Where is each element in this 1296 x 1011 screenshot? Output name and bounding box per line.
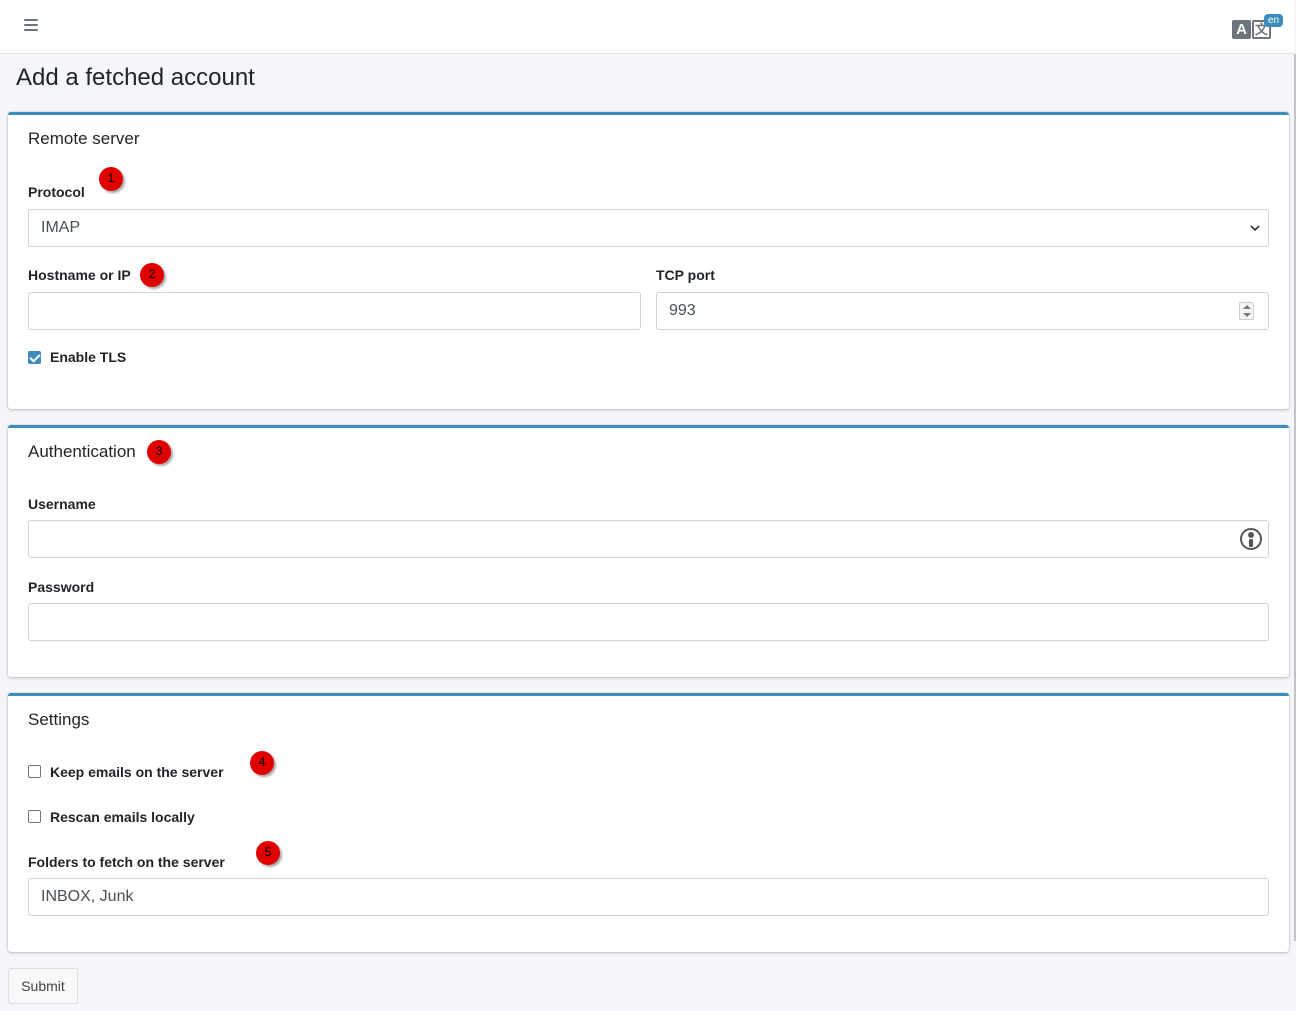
hamburger-icon[interactable] [24,19,38,33]
language-badge: en [1264,14,1284,27]
authentication-card: Authentication Username Password [8,425,1289,677]
chevron-down-icon [1250,225,1260,232]
enable-tls-checkbox[interactable] [28,351,41,364]
keep-emails-label[interactable]: Keep emails on the server [50,764,224,780]
submit-button[interactable]: Submit [8,968,78,1004]
password-manager-icon[interactable] [1240,528,1262,550]
folders-label: Folders to fetch on the server [28,854,225,870]
hostname-input[interactable] [28,292,641,330]
rescan-emails-label[interactable]: Rescan emails locally [50,809,195,825]
tcp-port-label: TCP port [656,267,715,283]
card-title-remote-server: Remote server [28,129,140,148]
top-navbar: A 文 en [0,0,1294,54]
username-input[interactable] [28,520,1269,558]
card-title-authentication: Authentication [28,442,136,461]
enable-tls-label[interactable]: Enable TLS [50,349,126,365]
tcp-port-value: 993 [669,302,696,319]
protocol-label: Protocol [28,184,85,200]
translate-icon[interactable]: A 文 en [1232,14,1284,42]
password-label: Password [28,579,95,595]
username-label: Username [28,496,96,512]
remote-server-card: Remote server Protocol IMAP Hostname or … [8,112,1289,409]
annotation-marker-2: 2 [140,263,164,287]
port-stepper-icon[interactable] [1239,302,1254,320]
folders-value: INBOX, Junk [41,888,134,905]
annotation-marker-3: 3 [147,440,171,464]
settings-card: Settings Keep emails on the server Resca… [8,693,1289,952]
page-title: Add a fetched account [16,64,255,91]
tcp-port-input[interactable]: 993 [656,292,1269,330]
card-title-settings: Settings [28,710,90,729]
annotation-marker-1: 1 [99,167,123,191]
protocol-selected-value: IMAP [41,219,81,236]
keep-emails-checkbox[interactable] [28,765,41,778]
folders-input[interactable]: INBOX, Junk [28,878,1269,916]
translate-glyph-a: A [1232,20,1251,39]
annotation-marker-5: 5 [256,841,280,865]
password-input[interactable] [28,603,1269,641]
protocol-select[interactable]: IMAP [28,209,1269,247]
hostname-label: Hostname or IP [28,267,131,283]
rescan-emails-checkbox[interactable] [28,810,41,823]
annotation-marker-4: 4 [250,751,274,775]
